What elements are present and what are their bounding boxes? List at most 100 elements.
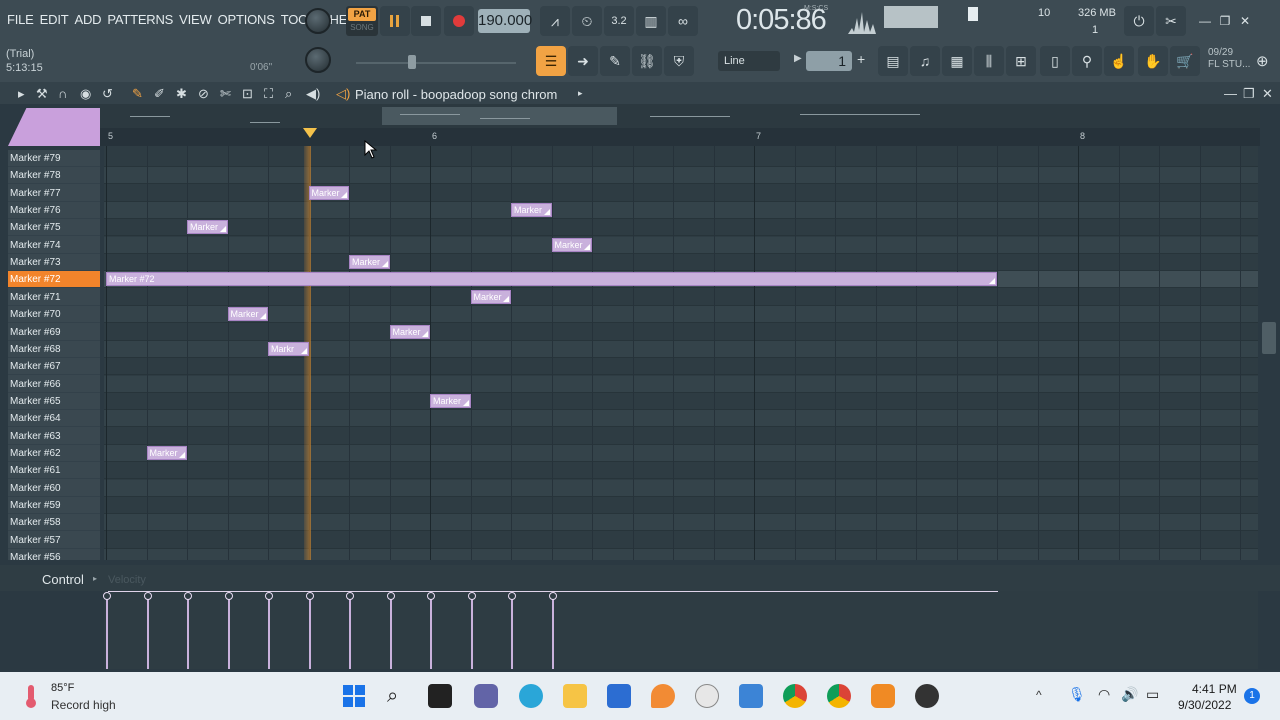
teams-icon[interactable] — [474, 684, 498, 708]
velocity-stem[interactable] — [427, 592, 435, 669]
timeline-ruler[interactable]: 5 6 7 8 — [100, 128, 1260, 146]
obs-icon[interactable] — [915, 684, 939, 708]
velocity-stem[interactable] — [305, 592, 314, 669]
note-grid[interactable]: Marker Marker Marker Marker Marker Marker #72… — [104, 146, 1258, 560]
marker-note[interactable]: Marker — [430, 393, 471, 408]
fl-studio-icon[interactable] — [871, 684, 895, 708]
velocity-stem[interactable] — [265, 592, 273, 669]
marker-key[interactable]: Marker #57 — [8, 532, 100, 549]
snap-select[interactable]: Line — [718, 51, 780, 71]
velocity-stem[interactable] — [224, 592, 233, 669]
overview-selection[interactable] — [382, 107, 617, 125]
velocity-stem[interactable] — [386, 592, 395, 669]
marker-key[interactable]: Marker #72 — [8, 271, 100, 289]
volume-icon[interactable]: 🔊 — [1121, 686, 1138, 703]
marker-key[interactable]: Marker #63 — [8, 428, 100, 445]
minimize-button[interactable]: — — [1198, 14, 1212, 28]
velocity-stem[interactable] — [508, 592, 516, 669]
velocity-handle[interactable] — [467, 592, 476, 600]
marker-note[interactable]: Marker — [308, 185, 349, 200]
marker-key[interactable]: Marker #79 — [8, 150, 100, 167]
undo-icon[interactable]: ↺ — [102, 86, 113, 102]
pause-button[interactable] — [380, 6, 410, 36]
velocity-handle[interactable] — [346, 592, 354, 600]
velocity-handle[interactable] — [103, 592, 111, 600]
velocity-stem[interactable] — [467, 592, 476, 669]
marker-key[interactable]: Marker #56 — [8, 549, 100, 560]
weather-temperature[interactable]: 85°F — [51, 682, 74, 694]
master-pitch-knob[interactable] — [305, 47, 331, 73]
pencil-icon[interactable]: ✎ — [132, 86, 143, 102]
marker-note[interactable]: Marker — [551, 237, 592, 252]
project-button[interactable]: ▯ — [1040, 46, 1070, 76]
countdown-button[interactable]: 3.2 — [604, 6, 634, 36]
marker-key[interactable]: Marker #76 — [8, 202, 100, 220]
loop-record-button[interactable]: ∞ — [668, 6, 698, 36]
playback-icon[interactable]: ◀) — [306, 86, 320, 102]
velocity-handle[interactable] — [143, 592, 152, 600]
chrome-profile-icon[interactable] — [827, 684, 851, 708]
velocity-lane[interactable] — [103, 591, 1258, 669]
velocity-handle[interactable] — [386, 592, 395, 600]
stamp-button[interactable]: ⛨ — [664, 46, 694, 76]
mixer-button[interactable]: ⫼ — [974, 46, 1004, 76]
menu-view[interactable]: VIEW — [176, 10, 214, 29]
menu-add[interactable]: ADD — [71, 10, 104, 29]
marker-key[interactable]: Marker #78 — [8, 167, 100, 185]
velocity-handle[interactable] — [224, 592, 233, 600]
marker-note[interactable]: Marker — [349, 255, 390, 270]
globe-icon[interactable]: ⊕ — [1256, 52, 1269, 70]
magnet-icon[interactable]: ∩ — [58, 86, 67, 101]
edge-icon[interactable] — [519, 684, 543, 708]
wifi-icon[interactable]: ◠ — [1098, 686, 1110, 703]
step-edit-button[interactable]: ▥ — [636, 6, 666, 36]
chrome-icon[interactable] — [783, 684, 807, 708]
menu-file[interactable]: FILE — [4, 10, 37, 29]
tools-button[interactable]: ✂ — [1156, 6, 1186, 36]
marker-key[interactable]: Marker #62 — [8, 445, 100, 462]
velocity-handle[interactable] — [508, 592, 516, 600]
record-button[interactable] — [444, 6, 474, 36]
velocity-handle[interactable] — [305, 592, 314, 600]
marker-note[interactable]: Marker #72 — [106, 272, 997, 287]
pat-song-toggle[interactable]: PAT SONG — [346, 6, 378, 36]
control-label[interactable]: Control — [42, 572, 84, 587]
weather-description[interactable]: Record high — [51, 698, 116, 712]
stamp-tool-icon[interactable]: ◉ — [80, 86, 91, 102]
notification-badge[interactable]: 1 — [1244, 688, 1260, 704]
menu-edit[interactable]: EDIT — [37, 10, 72, 29]
marker-key[interactable]: Marker #74 — [8, 237, 100, 254]
velocity-stem[interactable] — [103, 592, 111, 669]
clock-time[interactable]: 4:41 PM — [1192, 682, 1237, 696]
paint-icon[interactable]: ✐ — [154, 86, 165, 102]
title-arrow-icon[interactable]: ▸ — [578, 88, 583, 99]
marker-key[interactable]: Marker #64 — [8, 410, 100, 428]
speaker-icon[interactable]: ◁) — [336, 86, 350, 102]
pr-close-icon[interactable]: ✕ — [1262, 86, 1273, 102]
menu-patterns[interactable]: PATTERNS — [104, 10, 176, 29]
wait-for-input-button[interactable]: ⏲ — [572, 6, 602, 36]
marker-key[interactable]: Marker #65 — [8, 393, 100, 410]
mute-icon[interactable]: ⊘ — [198, 86, 209, 102]
marker-key[interactable]: Marker #71 — [8, 289, 100, 306]
marker-key[interactable]: Marker #68 — [8, 341, 100, 358]
marker-note[interactable]: Marker — [511, 203, 552, 218]
marker-key[interactable]: Marker #70 — [8, 306, 100, 324]
microphone-icon[interactable]: 🎙 — [1068, 686, 1086, 703]
marker-note[interactable]: Marker — [187, 220, 228, 235]
vertical-scroll-thumb[interactable] — [1262, 322, 1276, 354]
mascot-app-icon[interactable] — [695, 684, 719, 708]
velocity-stem[interactable] — [184, 592, 192, 669]
channel-rack-button[interactable]: ▦ — [942, 46, 972, 76]
clock-date[interactable]: 9/30/2022 — [1178, 698, 1231, 712]
tempo-display[interactable]: 190.000 — [478, 9, 532, 33]
zoom-icon[interactable]: ⌕ — [285, 86, 292, 102]
battery-icon[interactable]: ▭ — [1146, 686, 1159, 703]
playhead-marker[interactable] — [303, 128, 317, 138]
select-icon[interactable]: ⊡ — [242, 86, 253, 102]
marker-note[interactable]: Marker — [227, 307, 268, 322]
pr-maximize-icon[interactable]: ❐ — [1243, 86, 1255, 102]
link-button[interactable]: ⛓ — [632, 46, 662, 76]
start-icon[interactable] — [342, 684, 366, 708]
panic-button[interactable]: ⏻ — [1124, 6, 1154, 36]
